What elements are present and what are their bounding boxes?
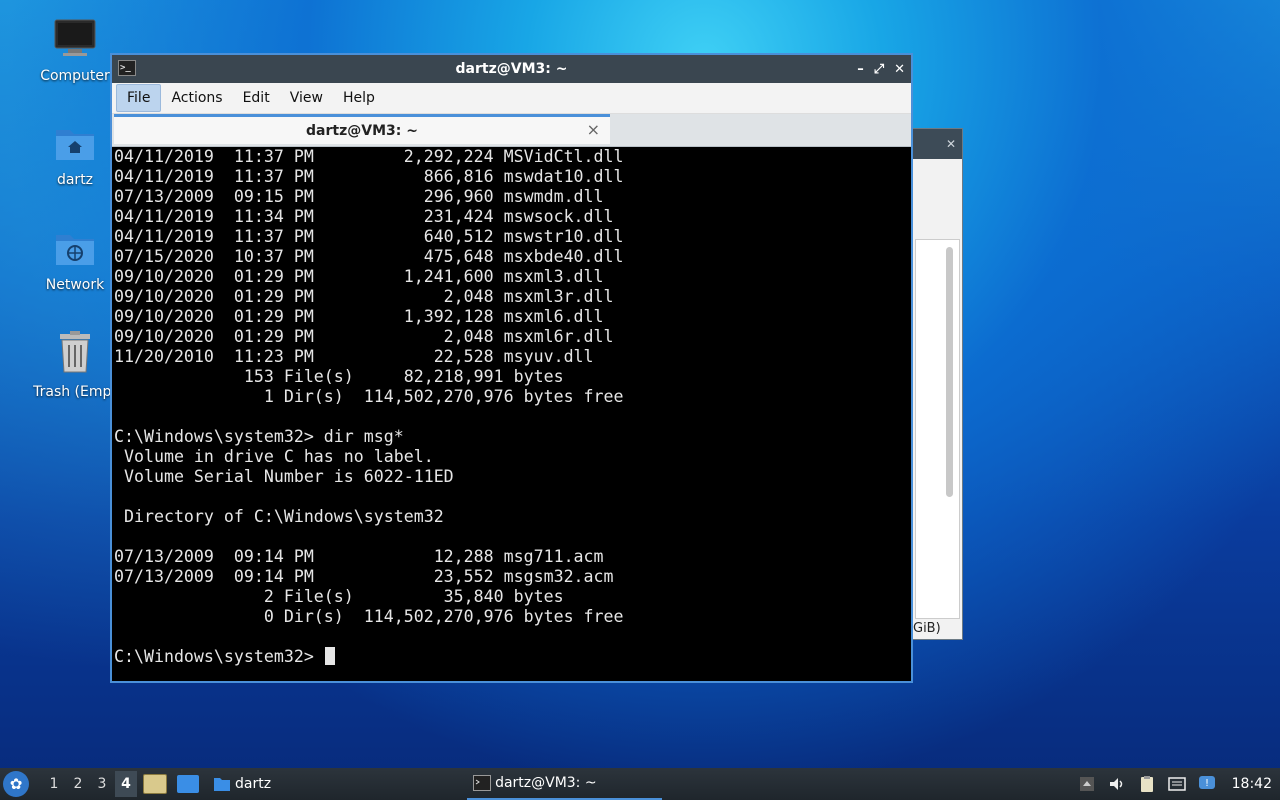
terminal-line: 09/10/2020 01:29 PM 1,241,600 msxml3.dll — [114, 267, 604, 286]
background-window-panel — [915, 239, 960, 619]
home-folder-icon — [56, 130, 94, 160]
background-file-manager-window[interactable]: ✕ GiB) — [912, 128, 963, 640]
file-manager-launcher-icon[interactable] — [177, 775, 199, 793]
terminal-titlebar[interactable]: >_ dartz@VM3: ~ – ⤢ ✕ — [112, 55, 911, 83]
terminal-line: 04/11/2019 11:37 PM 640,512 mswstr10.dll — [114, 227, 624, 246]
show-desktop-icon[interactable] — [143, 774, 167, 794]
terminal-line: 1 Dir(s) 114,502,270,976 bytes free — [114, 387, 624, 406]
network-folder-icon — [56, 235, 94, 265]
menu-help[interactable]: Help — [333, 84, 385, 112]
terminal-line: 04/11/2019 11:37 PM 866,816 mswdat10.dll — [114, 167, 624, 186]
workspace-1[interactable]: 1 — [43, 776, 65, 792]
trash-icon — [60, 331, 90, 373]
terminal-line: 11/20/2010 11:23 PM 22,528 msyuv.dll — [114, 347, 594, 366]
terminal-window[interactable]: >_ dartz@VM3: ~ – ⤢ ✕ File Actions Edit … — [110, 53, 913, 683]
background-window-titlebar[interactable]: ✕ — [913, 129, 962, 159]
app-menu-icon[interactable]: ✿ — [3, 771, 29, 797]
svg-text:!: ! — [1205, 778, 1209, 789]
terminal-line: 07/13/2009 09:14 PM 23,552 msgsm32.acm — [114, 567, 614, 586]
workspace-4[interactable]: 4 — [115, 771, 137, 797]
terminal-line: 09/10/2020 01:29 PM 2,048 msxml6r.dll — [114, 327, 614, 346]
taskbar: ✿ 1 2 3 4 dartz dartz@VM3: ~ ! 18:42 — [0, 768, 1280, 800]
terminal-line: 153 File(s) 82,218,991 bytes — [114, 367, 564, 386]
eject-icon[interactable] — [1078, 775, 1096, 793]
terminal-app-icon: >_ — [118, 60, 136, 76]
menu-edit[interactable]: Edit — [233, 84, 280, 112]
terminal-line: 0 Dir(s) 114,502,270,976 bytes free — [114, 607, 624, 626]
terminal-line: 2 File(s) 35,840 bytes — [114, 587, 564, 606]
terminal-line: 04/11/2019 11:34 PM 231,424 mswsock.dll — [114, 207, 614, 226]
tab-label: dartz@VM3: ~ — [306, 122, 418, 139]
task-label: dartz@VM3: ~ — [495, 775, 597, 791]
terminal-line: Volume Serial Number is 6022-11ED — [114, 467, 454, 486]
terminal-line: 04/11/2019 11:37 PM 2,292,224 MSVidCtl.d… — [114, 147, 624, 166]
task-label: dartz — [235, 776, 272, 792]
menu-view[interactable]: View — [280, 84, 333, 112]
background-window-scrollbar[interactable] — [946, 247, 953, 497]
terminal-line: Directory of C:\Windows\system32 — [114, 507, 444, 526]
window-title: dartz@VM3: ~ — [455, 61, 568, 77]
folder-icon — [214, 778, 230, 791]
terminal-prompt-line[interactable]: C:\Windows\system32> — [114, 647, 909, 667]
tab-strip: dartz@VM3: ~ × — [112, 114, 911, 147]
terminal-line: C:\Windows\system32> dir msg* — [114, 427, 404, 446]
tab-terminal[interactable]: dartz@VM3: ~ × — [114, 114, 610, 144]
menu-bar: File Actions Edit View Help — [112, 83, 911, 114]
terminal-line: 09/10/2020 01:29 PM 1,392,128 msxml6.dll — [114, 307, 604, 326]
tab-close-icon[interactable]: × — [587, 120, 600, 139]
window-controls: – ⤢ ✕ — [857, 55, 905, 83]
maximize-button[interactable]: ⤢ — [874, 62, 884, 77]
clipboard-icon[interactable] — [1138, 775, 1156, 793]
clock[interactable]: 18:42 — [1232, 776, 1272, 792]
terminal-line: 07/13/2009 09:15 PM 296,960 mswmdm.dll — [114, 187, 604, 206]
background-window-status: GiB) — [913, 621, 941, 636]
notification-icon[interactable]: ! — [1198, 775, 1216, 793]
task-terminal[interactable]: dartz@VM3: ~ — [467, 768, 663, 800]
terminal-line: 09/10/2020 01:29 PM 2,048 msxml3r.dll — [114, 287, 614, 306]
terminal-output[interactable]: 04/11/2019 11:37 PM 2,292,224 MSVidCtl.d… — [112, 147, 911, 681]
monitor-icon — [54, 19, 96, 56]
close-button[interactable]: ✕ — [894, 62, 905, 77]
task-file-manager[interactable]: dartz — [207, 768, 277, 800]
system-tray: ! 18:42 — [1078, 775, 1280, 793]
network-icon[interactable] — [1167, 775, 1186, 793]
terminal-line: Volume in drive C has no label. — [114, 447, 434, 466]
terminal-line: 07/15/2020 10:37 PM 475,648 msxbde40.dll — [114, 247, 624, 266]
volume-icon[interactable] — [1108, 775, 1126, 793]
text-cursor — [324, 647, 335, 665]
workspace-2[interactable]: 2 — [67, 776, 89, 792]
workspace-3[interactable]: 3 — [91, 776, 113, 792]
menu-file[interactable]: File — [116, 84, 162, 112]
terminal-line: 07/13/2009 09:14 PM 12,288 msg711.acm — [114, 547, 604, 566]
menu-actions[interactable]: Actions — [161, 84, 232, 112]
minimize-button[interactable]: – — [857, 62, 864, 77]
terminal-icon — [473, 775, 492, 791]
terminal-prompt: C:\Windows\system32> — [114, 647, 324, 666]
